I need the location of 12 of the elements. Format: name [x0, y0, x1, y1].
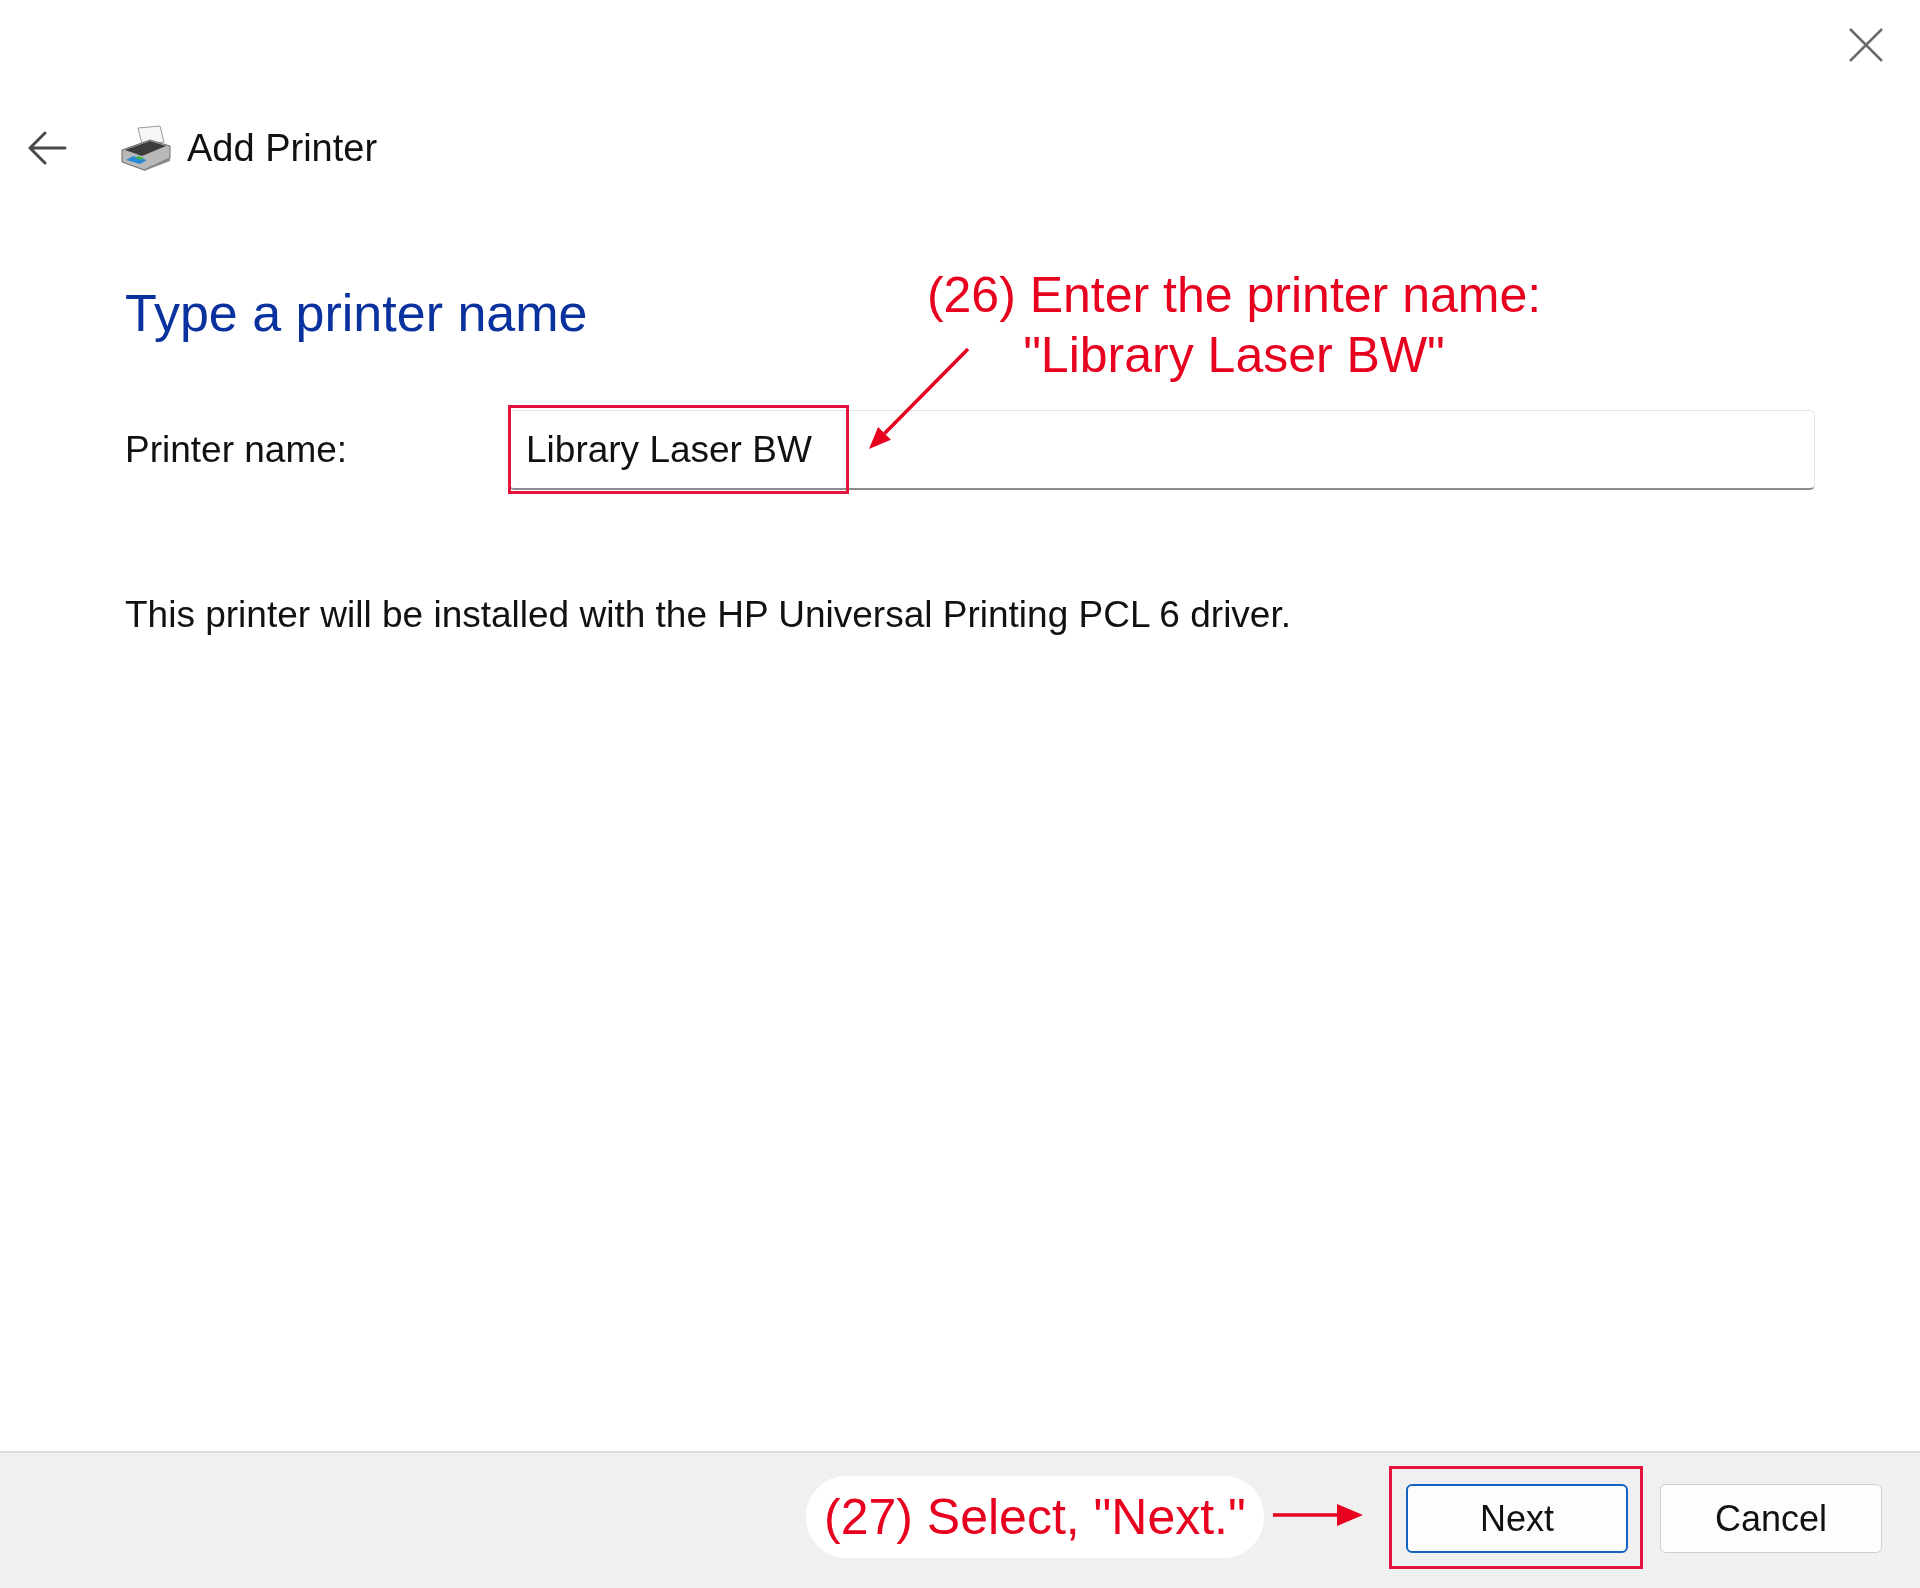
- cancel-button[interactable]: Cancel: [1660, 1484, 1882, 1553]
- printer-name-field[interactable]: Library Laser BW: [509, 410, 1815, 490]
- back-arrow-icon[interactable]: [27, 131, 67, 165]
- annotation-text: (27) Select, "Next.": [806, 1476, 1264, 1558]
- close-icon[interactable]: [1849, 28, 1883, 62]
- window-title: Add Printer: [187, 126, 378, 171]
- driver-note: This printer will be installed with the HP Universal Printing PCL 6 driver.: [125, 593, 1291, 637]
- next-button[interactable]: Next: [1406, 1484, 1628, 1553]
- page-heading: Type a printer name: [125, 283, 588, 344]
- printer-icon: [120, 125, 172, 171]
- field-label: Printer name:: [125, 428, 348, 472]
- annotation-text: (26) Enter the printer name: "Library Laser BW": [925, 266, 1543, 385]
